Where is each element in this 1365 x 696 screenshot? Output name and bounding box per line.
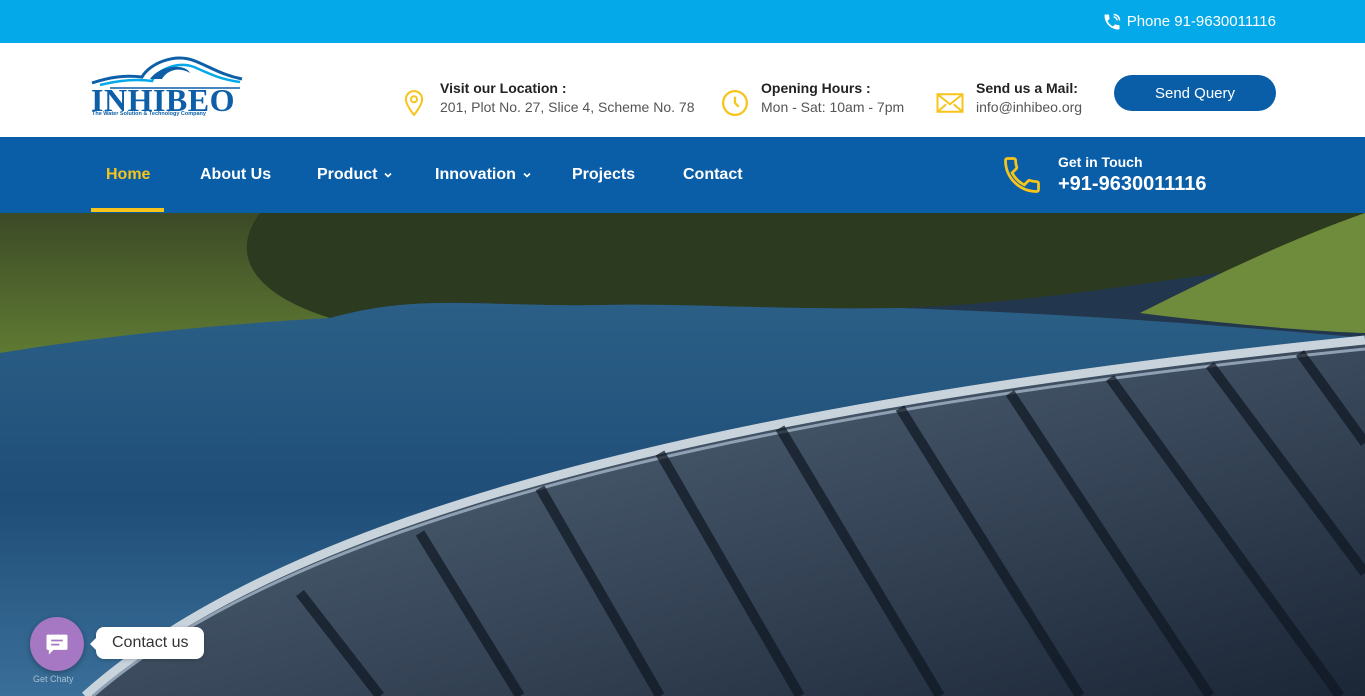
get-in-touch-label: Get in Touch [1058,153,1143,170]
chevron-down-icon [523,172,531,178]
nav-item-product[interactable]: Product [317,137,393,213]
send-query-button[interactable]: Send Query [1114,75,1276,111]
nav-item-label: Projects [572,166,636,183]
main-nav: Home About Us Product Innovation Project… [0,137,1365,213]
chat-button[interactable] [30,617,84,671]
nav-item-label: Home [106,166,151,183]
envelope-icon [936,93,964,113]
hero-banner [0,213,1365,696]
mail-value[interactable]: info@inhibeo.org [976,98,1082,117]
topbar-phone-label: Phone 91-9630011116 [1126,13,1276,30]
phone-icon [1004,157,1040,193]
phone-icon [1104,13,1120,29]
chevron-down-icon [384,172,393,178]
nav-item-label: Product [317,166,378,183]
nav-item-label: Innovation [435,166,516,183]
topbar-phone[interactable]: Phone 91-9630011116 [1102,0,1276,43]
nav-item-innovation[interactable]: Innovation [435,137,532,213]
chat-label[interactable]: Contact us [89,627,205,659]
hours-title: Opening Hours : [761,80,871,96]
chat-bubble-icon [46,634,68,655]
nav-item-contact[interactable]: Contact [683,137,743,213]
nav-item-label: Contact [683,166,743,183]
mail-info: Send us a Mail: info@inhibeo.org [935,79,1082,118]
top-bar: Phone 91-9630011116 [0,0,1365,43]
location-info: Visit our Location : 201, Plot No. 27, S… [399,79,694,118]
hours-value: Mon - Sat: 10am - 7pm [761,99,905,115]
get-in-touch-phone: +91-9630011116 [1058,172,1207,195]
dam-landscape-image [0,213,1365,696]
hours-info: Opening Hours : Mon - Sat: 10am - 7pm [720,79,904,118]
nav-item-label: About Us [200,166,272,183]
nav-item-projects[interactable]: Projects [572,137,635,213]
location-pin-icon [404,90,424,117]
mail-title: Send us a Mail: [976,80,1078,96]
location-title: Visit our Location : [440,80,567,96]
chat-credit[interactable]: Get Chaty [33,674,74,684]
get-in-touch[interactable]: Get in Touch +91-9630011116 [1000,153,1207,197]
nav-item-about-us[interactable]: About Us [200,137,271,213]
brand-tagline: The Water Solution & Technology Company [92,111,206,117]
clock-icon [722,90,748,116]
brand-logo[interactable]: INHIBEO The Water Solution & Technology … [90,53,245,123]
location-value: 201, Plot No. 27, Slice 4, Scheme No. 78 [440,99,695,115]
active-nav-indicator [91,208,164,212]
nav-item-home[interactable]: Home [106,137,150,213]
